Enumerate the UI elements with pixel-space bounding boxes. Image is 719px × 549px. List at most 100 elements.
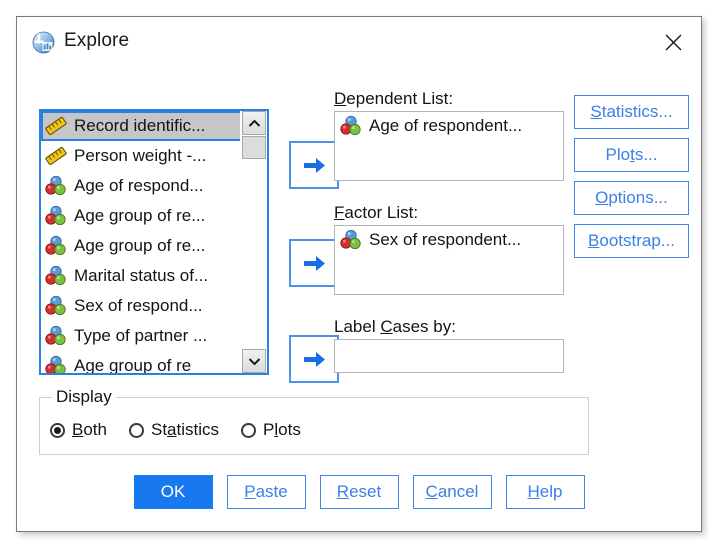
paste-button-label: aste	[255, 482, 288, 501]
explore-dialog: Explore Record identific... Person weigh…	[16, 16, 702, 532]
scroll-down-icon[interactable]	[242, 349, 266, 373]
radio-statistics-indicator[interactable]	[128, 422, 144, 438]
nominal-circles-icon	[340, 115, 362, 137]
options-button-accel: O	[595, 188, 609, 207]
dialog-button-bar: OK Paste Reset Cancel Help	[17, 475, 701, 509]
radio-statistics-label: Statistics	[151, 420, 219, 440]
list-item[interactable]: Age of respondent...	[335, 112, 563, 140]
window-title: Explore	[64, 30, 130, 51]
list-item-label: Age group of re...	[74, 236, 206, 255]
list-item[interactable]: Age group of re...	[41, 201, 245, 231]
source-list-scrollbar[interactable]	[240, 111, 267, 373]
title-bar: Explore	[17, 17, 701, 67]
display-group-legend: Display	[52, 387, 116, 407]
dependent-list-label: Dependent List:	[334, 89, 453, 109]
radio-both-rest: oth	[83, 420, 107, 439]
arrow-right-icon	[303, 157, 325, 173]
paste-button-accel: P	[244, 482, 256, 501]
nominal-circles-icon	[45, 175, 67, 197]
cancel-button[interactable]: Cancel	[412, 475, 492, 509]
list-item-label: Record identific...	[74, 116, 206, 135]
label-cases-by-label: Label Cases by:	[334, 317, 456, 337]
label-cases-by-value	[335, 340, 563, 368]
scroll-up-icon[interactable]	[242, 111, 266, 135]
dependent-list-accel: D	[334, 89, 347, 108]
move-to-dependent-list-button[interactable]	[289, 141, 339, 189]
radio-plots-rest: ots	[278, 420, 301, 439]
scrollbar-track[interactable]	[242, 159, 266, 348]
source-variable-list-items[interactable]: Record identific... Person weight -... A…	[41, 111, 245, 373]
statistics-button-accel: S	[590, 102, 602, 121]
list-item-label: Age of respondent...	[369, 116, 523, 135]
list-item[interactable]: Age group of re	[41, 351, 245, 373]
arrow-right-icon	[303, 255, 325, 271]
list-item[interactable]: Marital status of...	[41, 261, 245, 291]
bootstrap-button-label: ootstrap...	[599, 231, 675, 250]
radio-both-label: Both	[72, 420, 107, 440]
plots-button-pre: Plo	[605, 145, 631, 164]
factor-list-accel: F	[334, 203, 345, 222]
nominal-circles-icon	[45, 235, 67, 257]
nominal-circles-icon	[45, 295, 67, 317]
reset-button-accel: R	[336, 482, 350, 501]
ok-button[interactable]: OK	[133, 475, 213, 509]
list-item-label: Sex of respond...	[74, 296, 203, 315]
list-item[interactable]: Person weight -...	[41, 141, 245, 171]
statistics-button-label: tatistics...	[601, 102, 673, 121]
factor-list-label-rest: actor List:	[344, 203, 419, 222]
list-item[interactable]: Sex of respondent...	[335, 226, 563, 254]
nominal-circles-icon	[45, 355, 67, 373]
list-item-label: Age group of re	[74, 356, 192, 373]
radio-plots-indicator[interactable]	[241, 422, 257, 438]
radio-statistics-pre: St	[150, 420, 168, 439]
plots-button[interactable]: Plo t s...	[574, 138, 689, 172]
list-item-label: Age of respond...	[74, 176, 204, 195]
factor-list-label: Factor List:	[334, 203, 418, 223]
ok-button-label: OK	[160, 482, 186, 501]
nominal-circles-icon	[45, 325, 67, 347]
display-radio-group: Both Statistics Plots	[50, 420, 301, 440]
scale-ruler-icon	[45, 115, 67, 137]
help-button[interactable]: Help	[505, 475, 585, 509]
radio-plots[interactable]: Plots	[241, 420, 301, 440]
reset-button[interactable]: Reset	[319, 475, 399, 509]
help-button-label: elp	[539, 482, 563, 501]
list-item[interactable]: Age of respond...	[41, 171, 245, 201]
radio-statistics-accel: a	[167, 420, 177, 439]
radio-plots-pre: P	[263, 420, 275, 439]
nominal-circles-icon	[45, 265, 67, 287]
scrollbar-thumb[interactable]	[242, 136, 266, 159]
radio-both-indicator[interactable]	[50, 422, 65, 438]
options-button[interactable]: Options...	[574, 181, 689, 215]
list-item-label: Type of partner ...	[74, 326, 208, 345]
plots-button-label: s...	[634, 145, 658, 164]
close-icon[interactable]	[651, 25, 695, 59]
source-variable-list[interactable]: Record identific... Person weight -... A…	[39, 109, 269, 375]
radio-both[interactable]: Both	[50, 420, 107, 440]
radio-both-accel: B	[72, 420, 84, 439]
list-item[interactable]: Sex of respond...	[41, 291, 245, 321]
arrow-right-icon	[303, 351, 325, 367]
reset-button-label: eset	[349, 482, 382, 501]
list-item[interactable]: Age group of re...	[41, 231, 245, 261]
list-item-label: Sex of respondent...	[369, 230, 522, 249]
label-cases-by-label-pre: Label	[334, 317, 381, 336]
list-item-label: Marital status of...	[74, 266, 209, 285]
label-cases-by-accel: C	[380, 317, 393, 336]
bootstrap-button[interactable]: Bootstrap...	[574, 224, 689, 258]
list-item[interactable]: Type of partner ...	[41, 321, 245, 351]
factor-list-box[interactable]: Sex of respondent...	[334, 225, 564, 295]
dependent-list-box[interactable]: Age of respondent...	[334, 111, 564, 181]
paste-button[interactable]: Paste	[226, 475, 306, 509]
move-to-factor-list-button[interactable]	[289, 239, 339, 287]
radio-statistics-rest: tistics	[176, 420, 220, 439]
list-item[interactable]: Record identific...	[41, 111, 245, 141]
scale-ruler-icon	[45, 145, 67, 167]
nominal-circles-icon	[45, 205, 67, 227]
move-to-label-cases-button[interactable]	[289, 335, 339, 383]
label-cases-by-field[interactable]	[334, 339, 564, 373]
display-group: Display Both Statistics Plots	[39, 387, 589, 455]
radio-statistics[interactable]: Statistics	[128, 420, 219, 440]
statistics-button[interactable]: Statistics...	[574, 95, 689, 129]
cancel-button-accel: C	[425, 482, 438, 501]
